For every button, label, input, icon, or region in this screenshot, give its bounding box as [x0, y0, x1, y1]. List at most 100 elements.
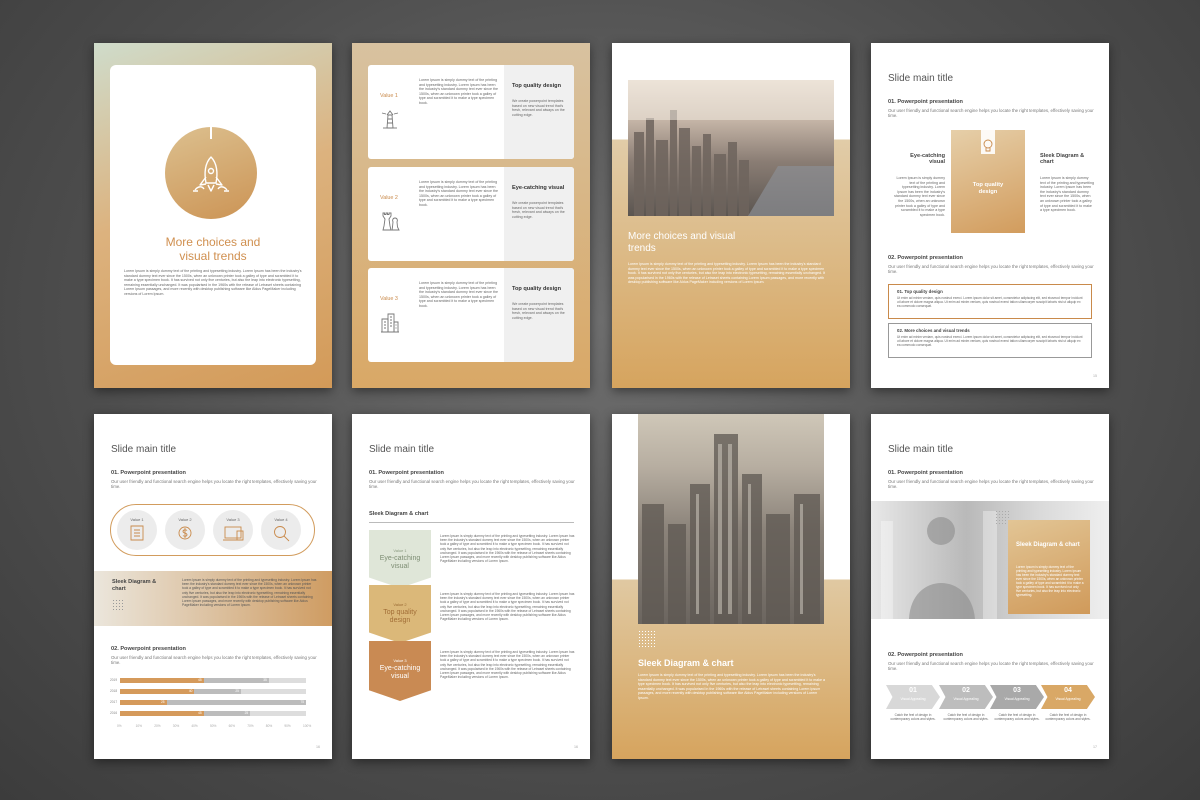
left-text: Lorem Ipsum is simply dummy text of the …: [894, 176, 945, 217]
slide-main-title: Slide main title: [888, 444, 954, 455]
x-tick-label: 80%: [265, 724, 273, 728]
value-label: Value 3: [380, 296, 398, 302]
section-heading: 01. Powerpoint presentation: [888, 470, 963, 476]
bar-category-label: 2017: [110, 699, 118, 704]
page-city-trends: More choices and visual trends Lorem Ips…: [612, 43, 850, 388]
step-value: Value 2: [393, 602, 407, 607]
x-tick-label: 20%: [154, 724, 161, 728]
process-arrow: 02 Visual Appealing: [939, 685, 993, 709]
value-circle-label: Value 3: [226, 517, 240, 522]
divider: [369, 522, 574, 523]
value-circle: Value 3: [213, 510, 253, 550]
bar-segment: 75: [166, 700, 306, 705]
dots-decoration: [112, 599, 124, 611]
section-heading: 01. Powerpoint presentation: [111, 470, 186, 476]
value-text: Lorem Ipsum is simply dummy text of the …: [419, 281, 498, 308]
city-skyline-photo: [628, 80, 834, 216]
value-circle: Value 2: [165, 510, 205, 550]
center-block: Top quality design: [951, 130, 1025, 233]
bar-value-label: 25: [160, 700, 165, 704]
search-icon: [274, 526, 290, 542]
bar-track: 45 25: [120, 711, 306, 716]
step-label: Visual Appealing: [1055, 697, 1081, 701]
lighthouse-icon: [381, 110, 399, 129]
bar-value-label: 45: [198, 678, 202, 682]
page-slide-16b: Slide main title 01. Powerpoint presenta…: [352, 414, 590, 759]
value-text: Lorem Ipsum is simply dummy text of the …: [419, 180, 498, 207]
bar-segment: 25: [194, 689, 241, 694]
section-heading: 02. Powerpoint presentation: [111, 646, 186, 652]
page-city-diagram: Sleek Diagram & chart Lorem Ipsum is sim…: [612, 414, 850, 759]
page-slide-15: Slide main title 01. Powerpoint presenta…: [871, 43, 1109, 388]
info-box: Sleek Diagram & chart Lorem Ipsum is sim…: [1008, 520, 1090, 614]
value-circle-label: Value 2: [178, 517, 192, 522]
step-text: Lorem Ipsum is simply dummy text of the …: [440, 592, 575, 622]
section-heading: 01. Powerpoint presentation: [888, 99, 963, 105]
value-label: Value 2: [380, 195, 398, 201]
step-text: Lorem Ipsum is simply dummy text of the …: [440, 650, 575, 680]
step-title: Eye-catching visual: [379, 555, 421, 570]
bar-value-label: 40: [188, 689, 193, 693]
page-number: 16: [574, 745, 578, 749]
slide-main-title: Slide main title: [369, 444, 435, 455]
right-label: Sleek Diagram & chart: [1040, 153, 1085, 166]
center-label: Top quality design: [972, 182, 1004, 195]
bar-value-label: 25: [235, 689, 239, 693]
section-subtext: Our user friendly and functional search …: [888, 661, 1094, 672]
diagram-step: Value 3 Eye-catching visual: [369, 641, 431, 701]
x-tick-label: 0%: [117, 724, 122, 728]
money-sign-icon: [178, 526, 192, 540]
diagram-band: Sleek Diagram & chart Lorem Ipsum is sim…: [94, 571, 332, 626]
page-number: 15: [1093, 374, 1097, 378]
bar-segment: 45: [120, 711, 204, 716]
book-icon: [130, 525, 144, 541]
page-cover: More choices and visual trends Lorem Ips…: [94, 43, 332, 388]
value-circle: Value 4: [261, 510, 301, 550]
slide-main-title: Slide main title: [888, 73, 954, 84]
step-label: Visual Appealing: [1004, 697, 1030, 701]
value-right-text: We create powerpoint templates based on …: [512, 201, 565, 219]
bar-segment: 45: [120, 678, 204, 683]
value-circle: Value 1: [117, 510, 157, 550]
box-text: Ut enim ad minim veniam, quis nostrud ex…: [897, 296, 1083, 308]
page-values: Value 1 Lorem Ipsum is simply dummy text…: [352, 43, 590, 388]
section-subtext: Our user friendly and functional search …: [888, 108, 1094, 119]
value-circle-label: Value 1: [130, 517, 144, 522]
step-title: Top quality design: [383, 609, 417, 624]
info-box-title: Sleek Diagram & chart: [1016, 542, 1080, 548]
x-tick-label: 100%: [303, 724, 312, 728]
x-tick-label: 40%: [191, 724, 198, 728]
process-arrow: 01 Visual Appealing: [886, 685, 940, 709]
section-subtext: Our user friendly and functional search …: [888, 479, 1094, 490]
section-subtext: Our user friendly and functional search …: [888, 264, 1094, 275]
step-label: Visual Appealing: [953, 697, 979, 701]
value-block: Value 2 Lorem Ipsum is simply dummy text…: [368, 167, 574, 261]
diagram-body: Lorem Ipsum is simply dummy text of the …: [638, 673, 825, 700]
value-label: Value 1: [380, 93, 398, 99]
city-buildings-photo: [638, 414, 824, 624]
process-arrow: 03 Visual Appealing: [990, 685, 1044, 709]
bar-value-label: 35: [263, 678, 267, 682]
cover-body: Lorem Ipsum is simply dummy text of the …: [124, 269, 302, 296]
section-subtext: Our user friendly and functional search …: [111, 655, 317, 666]
value-circle-label: Value 4: [274, 517, 288, 522]
x-tick-label: 70%: [247, 724, 254, 728]
step-number: 01: [909, 687, 917, 694]
bar-category-label: 2016: [110, 710, 118, 715]
bar-segment: 25: [120, 700, 167, 705]
bar-value-label: 75: [300, 700, 304, 704]
diagram-title: Sleek Diagram & chart: [638, 658, 734, 668]
section-subtext: Our user friendly and functional search …: [369, 479, 575, 490]
page-number: 16: [316, 745, 320, 749]
box-title: 02. More choices and visual trends: [897, 328, 970, 333]
bar-segment: 25: [203, 711, 251, 716]
step-caption: Catch the feel of design in contemporary…: [890, 713, 936, 721]
diagram-step: Value 2 Top quality design: [369, 585, 431, 643]
diagram-title: Sleek Diagram & chart: [369, 511, 429, 517]
value-right-title: Eye-catching visual: [512, 185, 565, 191]
highlight-box: 02. More choices and visual trends Ut en…: [888, 323, 1092, 358]
x-tick-label: 90%: [284, 724, 291, 728]
chess-icon: [382, 212, 400, 231]
process-arrow: 04 Visual Appealing: [1041, 685, 1095, 709]
x-tick-label: 50%: [210, 724, 217, 728]
